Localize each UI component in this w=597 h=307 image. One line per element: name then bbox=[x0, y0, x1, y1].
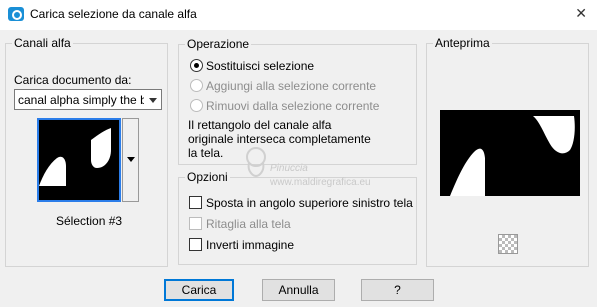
watermark-name: Pinuccia bbox=[270, 163, 308, 174]
alpha-channel-thumbnail[interactable] bbox=[37, 118, 121, 202]
checkbox-move-to-top-left-label[interactable]: Sposta in angolo superiore sinistro tela bbox=[206, 196, 413, 210]
radio-add-to-selection-label[interactable]: Aggiungi alla selezione corrente bbox=[206, 79, 376, 93]
selection-preview-image bbox=[440, 110, 580, 196]
window-title: Carica selezione da canale alfa bbox=[30, 7, 197, 21]
load-from-label: Carica documento da: bbox=[14, 73, 132, 87]
operation-info-line-1: Il rettangolo del canale alfa bbox=[188, 118, 332, 132]
load-button[interactable]: Carica bbox=[164, 279, 234, 301]
watermark-logo-icon bbox=[246, 147, 266, 177]
thumbnail-dropdown-button[interactable] bbox=[122, 118, 139, 202]
operation-info-line-3: la tela. bbox=[188, 146, 224, 160]
app-icon bbox=[8, 7, 24, 21]
cancel-button[interactable]: Annulla bbox=[262, 279, 335, 301]
watermark-url: www.maldiregrafica.eu bbox=[270, 177, 371, 188]
operation-info-line-2: originale interseca completamente bbox=[188, 132, 371, 146]
alpha-channel-preview-image bbox=[39, 120, 119, 200]
checkbox-move-to-top-left[interactable] bbox=[189, 196, 202, 209]
source-document-select[interactable]: canal alpha simply the be bbox=[14, 89, 162, 110]
chevron-down-icon bbox=[149, 98, 157, 103]
radio-add-to-selection[interactable] bbox=[190, 79, 203, 92]
checkbox-invert-image[interactable] bbox=[189, 238, 202, 251]
preview-legend: Anteprima bbox=[435, 36, 490, 50]
source-document-value: canal alpha simply the be bbox=[18, 93, 144, 107]
caret-down-icon bbox=[127, 157, 135, 162]
radio-replace-selection[interactable] bbox=[190, 59, 203, 72]
title-bar: Carica selezione da canale alfa ✕ bbox=[0, 0, 597, 30]
selection-caption: Sélection #3 bbox=[56, 214, 123, 228]
checkbox-invert-image-label[interactable]: Inverti immagine bbox=[206, 238, 294, 252]
help-button[interactable]: ? bbox=[361, 279, 434, 301]
radio-remove-from-selection[interactable] bbox=[190, 99, 203, 112]
alpha-channels-legend: Canali alfa bbox=[14, 36, 71, 50]
radio-replace-selection-label[interactable]: Sostituisci selezione bbox=[206, 59, 314, 73]
operation-legend: Operazione bbox=[187, 37, 250, 51]
checkbox-crop-to-canvas[interactable] bbox=[189, 217, 202, 230]
radio-remove-from-selection-label[interactable]: Rimuovi dalla selezione corrente bbox=[206, 99, 379, 113]
transparency-checker-icon[interactable] bbox=[498, 234, 518, 254]
options-legend: Opzioni bbox=[187, 170, 228, 184]
checkbox-crop-to-canvas-label[interactable]: Ritaglia alla tela bbox=[206, 217, 291, 231]
close-icon[interactable]: ✕ bbox=[575, 5, 587, 22]
